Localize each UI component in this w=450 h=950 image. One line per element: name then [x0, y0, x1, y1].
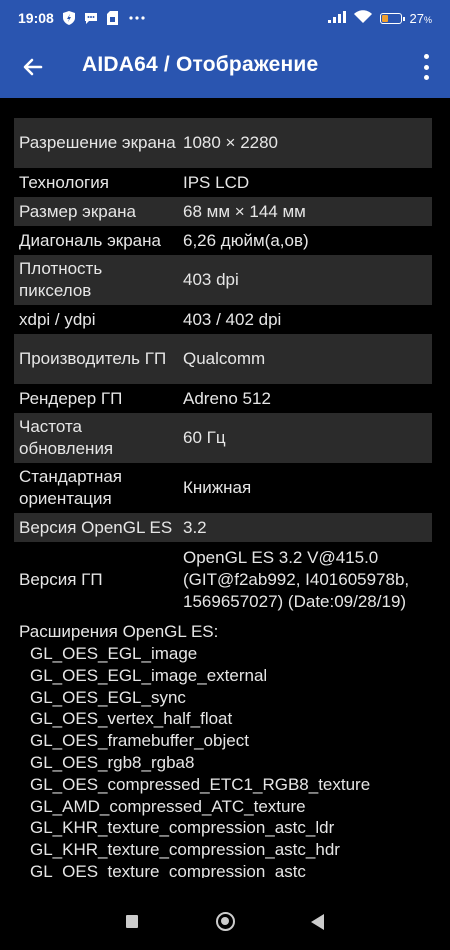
home-circle-icon[interactable] [216, 912, 235, 931]
battery-icon [379, 12, 405, 24]
property-value: 3.2 [183, 517, 207, 537]
property-row: Размер экрана 68 мм × 144 мм [14, 197, 432, 226]
property-value: Книжная [183, 478, 252, 497]
property-key: Стандартная ориентация [19, 467, 123, 508]
property-key: Производитель ГП [19, 349, 167, 368]
list-item: GL_KHR_texture_compression_astc_hdr [30, 840, 340, 860]
more-dots-icon [128, 11, 146, 25]
property-row: Диагональ экрана 6,26 дюйм(а,ов) [14, 226, 432, 255]
list-item: GL_OES_EGL_sync [30, 687, 186, 707]
property-value: IPS LCD [183, 172, 250, 192]
list-item: GL_OES_rgb8_rgba8 [30, 752, 195, 772]
app-bar: AIDA64 / Отображение [0, 36, 450, 98]
property-value: Adreno 512 [183, 388, 271, 408]
extensions-title: Расширения OpenGL ES: [19, 622, 219, 641]
property-key: Технология [19, 172, 109, 192]
recents-square-icon[interactable] [126, 915, 138, 928]
list-item: GL_OES_EGL_image [30, 644, 198, 663]
property-key: Размер экрана [19, 201, 137, 221]
list-item: GL_OES_EGL_image_external [30, 665, 268, 685]
property-row: Частота обновления 60 Гц [14, 413, 432, 463]
property-value: 403 / 402 dpi [183, 309, 282, 329]
property-value: 403 dpi [183, 270, 239, 289]
arrow-left-icon[interactable] [20, 54, 46, 80]
property-key: Разрешение экрана [19, 133, 176, 152]
property-key: xdpi / ydpi [19, 309, 96, 329]
status-time: 19:08 [18, 10, 54, 26]
status-bar: 19:08 27% [0, 0, 450, 36]
property-row: Разрешение экрана 1080 × 2280 [14, 118, 432, 168]
property-key: Рендерер ГП [19, 388, 123, 408]
property-row: Плотность пикселов 403 dpi [14, 255, 432, 305]
signal-icon [327, 10, 346, 26]
property-key: Плотность пикселов [19, 259, 103, 300]
list-item: GL_KHR_texture_compression_astc_ldr [30, 818, 335, 838]
back-triangle-icon[interactable] [311, 914, 324, 930]
property-value: 60 Гц [183, 428, 226, 447]
property-row: xdpi / ydpi 403 / 402 dpi [14, 305, 432, 334]
property-key: Версия ГП [19, 569, 103, 589]
property-value: OpenGL ES 3.2 V@415.0 (GIT@f2ab992, I401… [183, 547, 410, 611]
property-value: 6,26 дюйм(а,ов) [183, 230, 309, 250]
list-item: GL_OES_compressed_ETC1_RGB8_texture [30, 774, 371, 794]
property-row: Стандартная ориентация Книжная [14, 463, 432, 513]
property-key: Частота обновления [19, 417, 114, 458]
property-row: Версия OpenGL ES 3.2 [14, 513, 432, 542]
shield-icon [62, 11, 76, 25]
property-row: Версия ГП OpenGL ES 3.2 V@415.0 (GIT@f2a… [14, 542, 432, 617]
more-vert-icon[interactable] [416, 54, 436, 80]
chat-icon [84, 11, 98, 25]
list-item: GL_OES_vertex_half_float [30, 709, 233, 729]
sim-icon [106, 11, 120, 25]
property-row: Рендерер ГП Adreno 512 [14, 384, 432, 413]
extensions-list: GL_OES_EGL_image GL_OES_EGL_image_extern… [14, 643, 432, 883]
property-key: Диагональ экрана [19, 230, 161, 250]
list-item: GL_AMD_compressed_ATC_texture [30, 796, 306, 816]
property-key: Версия OpenGL ES [19, 517, 173, 537]
page-title: AIDA64 / Отображение [82, 53, 319, 76]
battery-percent: 27% [409, 10, 432, 26]
property-value: 1080 × 2280 [183, 133, 279, 152]
property-value: 68 мм × 144 мм [183, 201, 306, 221]
property-row: Производитель ГП Qualcomm [14, 334, 432, 384]
display-properties: Разрешение экрана 1080 × 2280 Технология… [14, 118, 432, 883]
wifi-icon [353, 10, 372, 26]
list-item: GL_OES_framebuffer_object [30, 731, 249, 751]
property-row: Технология IPS LCD [14, 168, 432, 197]
property-value: Qualcomm [183, 349, 266, 368]
